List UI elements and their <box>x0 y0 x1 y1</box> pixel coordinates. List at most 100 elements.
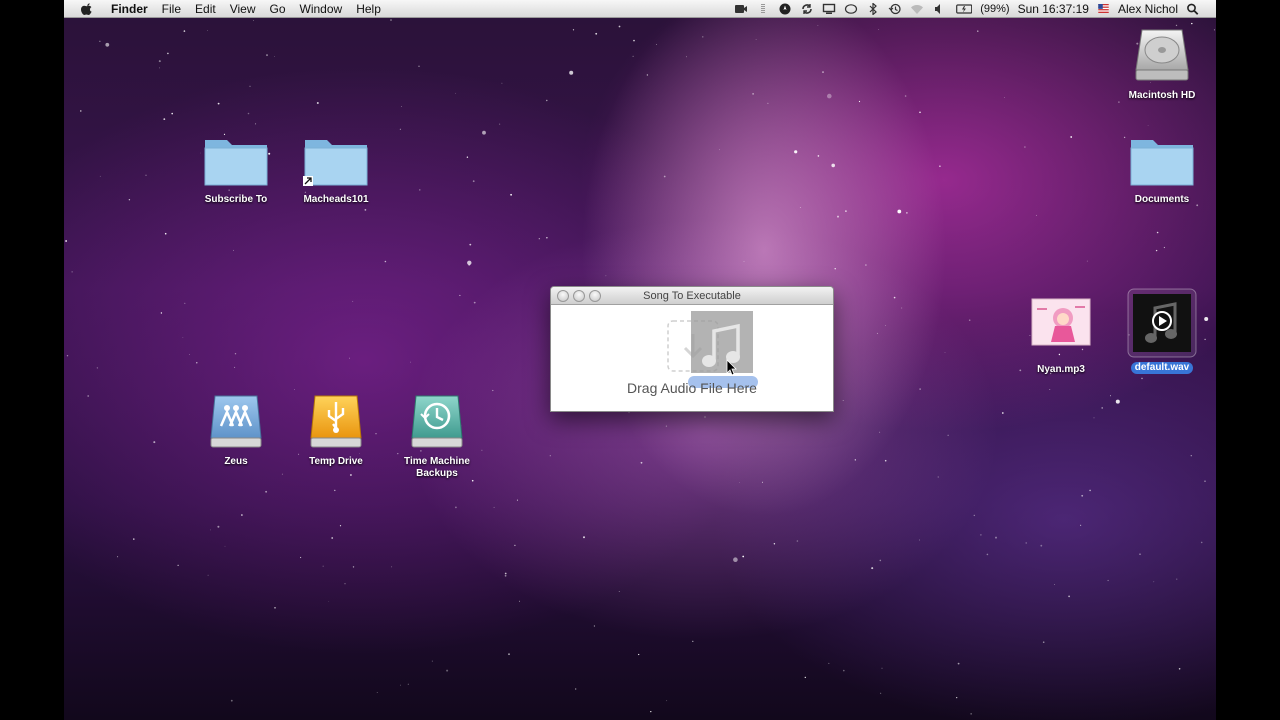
star <box>704 416 706 418</box>
star <box>167 52 169 55</box>
star <box>794 150 798 154</box>
menu-help[interactable]: Help <box>349 0 388 18</box>
desktop-icon-zeus[interactable]: Zeus <box>188 392 284 468</box>
close-button[interactable] <box>557 290 569 302</box>
desktop-icon-documents[interactable]: Documents <box>1114 132 1210 206</box>
star <box>827 93 832 99</box>
star <box>1176 578 1178 580</box>
menu-edit[interactable]: Edit <box>188 0 223 18</box>
spotlight-search-icon[interactable] <box>1186 3 1200 15</box>
volume-icon[interactable] <box>932 3 946 15</box>
star <box>837 215 839 218</box>
star <box>467 260 472 265</box>
chat-bubble-icon[interactable] <box>844 3 858 15</box>
us-flag-input-icon[interactable] <box>1097 4 1110 13</box>
sync-icon[interactable] <box>800 3 814 15</box>
star <box>854 459 856 461</box>
star <box>884 459 887 462</box>
menu-app-finder[interactable]: Finder <box>104 0 155 18</box>
desktop-icon-temp-drive[interactable]: Temp Drive <box>288 392 384 468</box>
desktop-icon-time-machine-backups[interactable]: Time Machine Backups <box>389 392 485 480</box>
star <box>739 482 740 483</box>
star <box>407 683 409 685</box>
song-to-executable-window[interactable]: Song To Executable Drag Audio File Here <box>550 286 834 412</box>
star <box>569 70 574 75</box>
star <box>196 362 198 364</box>
star <box>158 60 161 63</box>
menu-window[interactable]: Window <box>293 0 350 18</box>
star <box>519 600 520 602</box>
star <box>878 29 880 30</box>
star <box>96 367 99 369</box>
star <box>217 525 220 528</box>
desktop-icon-macheads101[interactable]: Macheads101 <box>288 132 384 206</box>
star <box>842 400 844 401</box>
star <box>906 212 908 214</box>
star <box>762 481 763 483</box>
star <box>516 499 518 501</box>
star <box>628 412 630 414</box>
menu-go[interactable]: Go <box>263 0 293 18</box>
desktop-icon-label: Nyan.mp3 <box>1037 364 1085 375</box>
menu-view[interactable]: View <box>223 0 263 18</box>
desktop-icon-default-wav[interactable]: default.wav <box>1114 288 1210 374</box>
star <box>145 174 147 176</box>
star <box>281 473 283 475</box>
star <box>593 625 596 627</box>
star <box>1163 246 1165 249</box>
user-name-menu[interactable]: Alex Nichol <box>1118 2 1178 16</box>
star <box>831 163 835 168</box>
window-titlebar[interactable]: Song To Executable <box>551 287 833 305</box>
star <box>980 534 982 536</box>
time-machine-menu-icon[interactable] <box>888 3 902 15</box>
star <box>1068 595 1070 598</box>
star <box>391 566 393 568</box>
display-icon[interactable] <box>822 3 836 15</box>
desktop-icon-macintosh-hd[interactable]: Macintosh HD <box>1114 24 1210 102</box>
gripper-icon[interactable] <box>756 3 770 15</box>
star <box>482 130 486 135</box>
battery-icon[interactable] <box>954 3 973 15</box>
star <box>1093 417 1095 419</box>
star <box>755 39 757 40</box>
star <box>1101 407 1103 409</box>
star <box>957 662 960 665</box>
star <box>1070 136 1073 138</box>
star <box>99 175 101 177</box>
minimize-button[interactable] <box>573 290 585 302</box>
star <box>274 56 275 57</box>
screen-record-icon[interactable] <box>734 3 748 15</box>
star <box>702 36 704 38</box>
star <box>163 118 166 120</box>
wifi-icon[interactable] <box>910 3 924 15</box>
star <box>217 102 220 105</box>
zoom-button[interactable] <box>589 290 601 302</box>
star <box>618 25 621 28</box>
star <box>253 20 255 21</box>
star <box>1049 389 1051 390</box>
compass-icon[interactable] <box>778 3 792 15</box>
star <box>1042 641 1045 643</box>
star <box>164 232 167 235</box>
star <box>947 434 949 436</box>
audio-drop-zone[interactable]: Drag Audio File Here <box>551 306 833 411</box>
desktop[interactable]: Finder File Edit View Go Window Help (99… <box>64 0 1216 720</box>
star <box>65 240 67 242</box>
bluetooth-icon[interactable] <box>866 2 880 15</box>
star <box>879 431 881 433</box>
menu-clock[interactable]: Sun 16:37:19 <box>1018 2 1089 16</box>
star <box>799 207 801 209</box>
desktop-icon-nyan-mp3[interactable]: Nyan.mp3 <box>1013 298 1109 376</box>
menu-file[interactable]: File <box>155 0 188 18</box>
desktop-icon-subscribe-to[interactable]: Subscribe To <box>188 132 284 206</box>
star <box>939 165 941 167</box>
star <box>80 110 82 112</box>
apple-menu-icon[interactable] <box>80 2 94 16</box>
star <box>937 476 939 478</box>
desktop-icon-label: Documents <box>1134 194 1190 205</box>
star <box>504 574 507 577</box>
star <box>133 538 135 540</box>
star <box>418 65 420 67</box>
star <box>897 209 902 214</box>
star <box>339 525 342 527</box>
